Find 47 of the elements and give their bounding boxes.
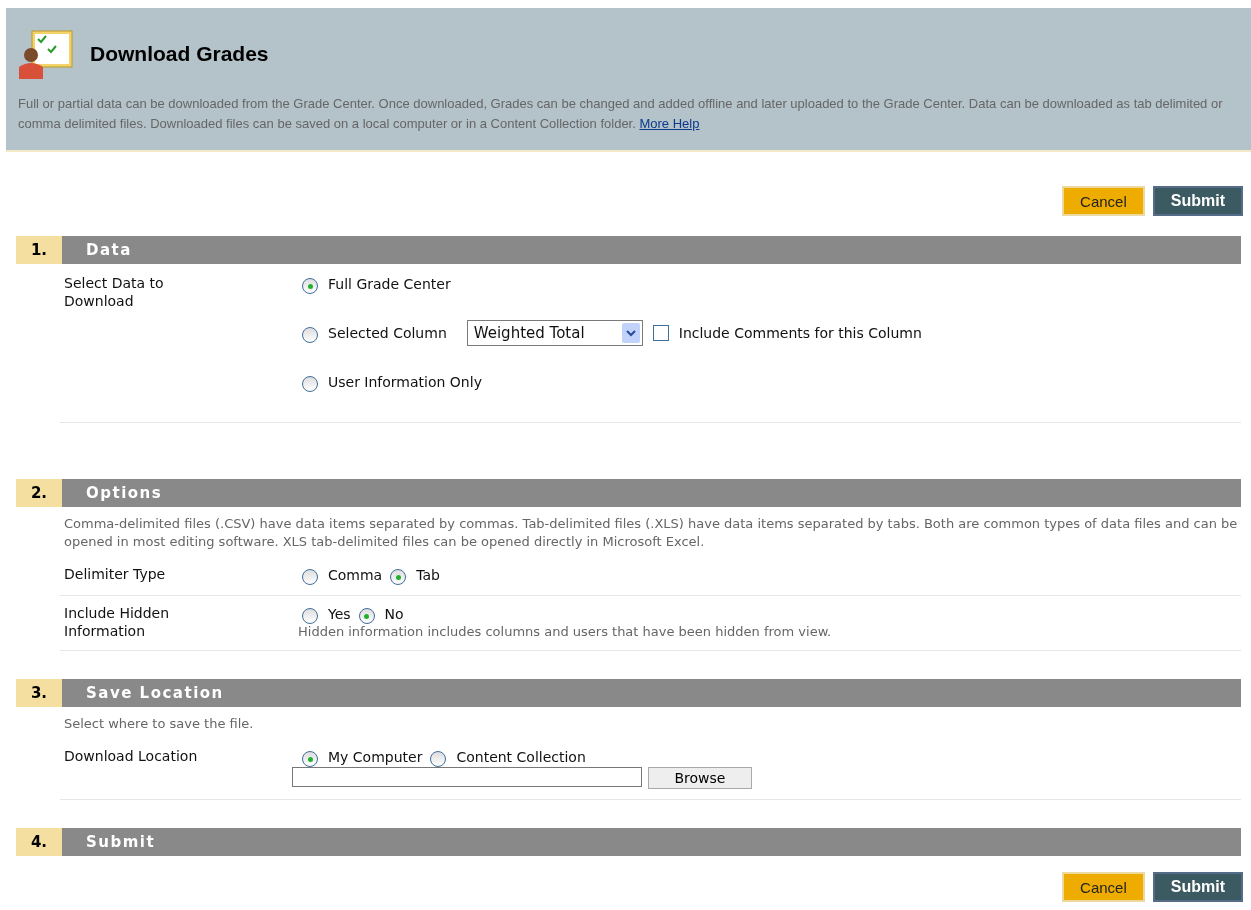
radio-button[interactable] [390,569,407,585]
section-number: 3. [16,679,62,707]
radio-label: Full Grade Center [328,275,451,293]
section-number: 1. [16,236,62,264]
radio-button[interactable] [358,608,375,624]
radio-label: Selected Column [328,324,447,342]
section-title: Options [62,479,1241,507]
field-label: Download Location [63,747,199,766]
checkbox[interactable] [652,325,669,341]
section-number: 4. [16,828,62,856]
file-path-field[interactable] [292,767,642,787]
radio-label: Content Collection [456,748,586,766]
radio-label: My Computer [328,748,423,766]
section-description: Comma-delimited files (.CSV) have data items separated by commas. Tab-delimited files (.XLS) have data items separated by tabs. Both are common types of data files and can be opened in most editing software. XLS tab-delimited files can be opened directly in Microsoft Excel. [64,515,1239,551]
section-number: 2. [16,479,62,507]
cancel-button[interactable]: Cancel [1062,186,1145,216]
page-description: Full or partial data can be downloaded from the Grade Center. Once downloaded, Grades can be changed and added offline and later uploaded to the Grade Center. Data can be downloaded as tab delimited or comma delimited files. Downloaded files can be saved on a local computer or in a Content Collection folder. More Help [18,95,1224,133]
chevron-down-icon [625,329,636,337]
radio-label: User Information Only [328,373,482,391]
field-label: Select Data to Download [63,274,165,311]
page-title: Download Grades [90,42,269,66]
cancel-button[interactable]: Cancel [1062,872,1145,902]
help-link[interactable]: More Help [639,116,700,131]
column-dropdown[interactable]: Weighted Total [466,320,643,346]
field-label: Include Hidden Information [63,604,171,640]
radio-button[interactable] [302,376,318,392]
section-title: Submit [62,828,1241,856]
submit-button[interactable]: Submit [1152,186,1243,216]
field-label: Delimiter Type [63,565,167,584]
radio-button[interactable] [302,327,318,343]
field-note: Hidden information includes columns and users that have been hidden from view. [298,624,832,639]
radio-label: Yes [328,605,351,623]
section-title: Save Location [62,679,1241,707]
radio-button[interactable] [302,608,318,624]
section-description: Select where to save the file. [64,715,255,733]
checkbox-label: Include Comments for this Column [678,324,922,342]
browse-button[interactable]: Browse [648,767,752,789]
radio-button[interactable] [302,751,318,767]
radio-button[interactable] [302,569,318,585]
section-title: Data [62,236,1241,264]
radio-label: No [384,605,404,623]
gradebook-icon [18,29,76,79]
radio-label: Tab [416,566,440,584]
radio-button[interactable] [302,278,318,294]
submit-button[interactable]: Submit [1152,872,1243,902]
radio-button[interactable] [430,751,447,767]
radio-label: Comma [328,566,383,584]
